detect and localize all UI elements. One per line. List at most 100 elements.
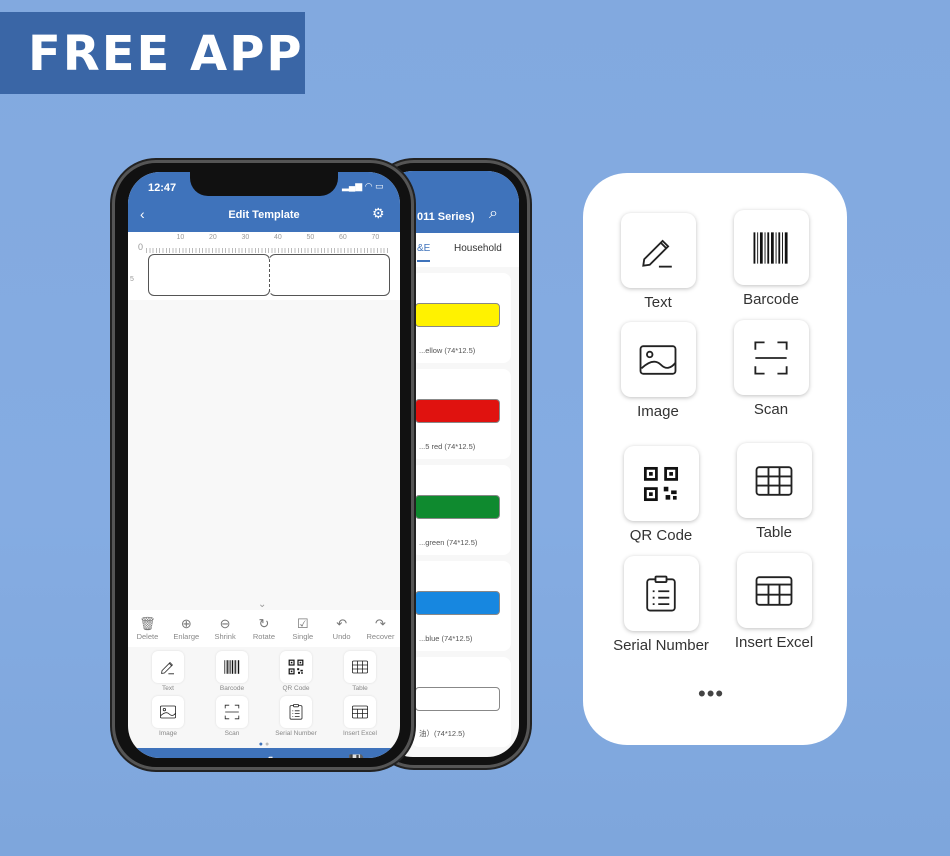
toolbar-label: Delete bbox=[136, 632, 159, 641]
text-icon bbox=[152, 651, 184, 683]
element-label: Table bbox=[352, 685, 368, 692]
settings-gear-icon[interactable]: ⚙ bbox=[372, 205, 385, 222]
image-icon bbox=[152, 696, 184, 728]
table-icon bbox=[736, 443, 812, 518]
element-serial-number-button[interactable]: Serial Number bbox=[264, 696, 328, 737]
ruler-tick: 60 bbox=[339, 234, 347, 241]
toolbar-label: Undo bbox=[332, 632, 351, 641]
template-item[interactable]: 油）(74*12.5) bbox=[411, 657, 511, 747]
free-app-banner: FREE APP bbox=[0, 12, 305, 94]
ruler-tick: 40 bbox=[274, 234, 282, 241]
element-scan-button[interactable]: Scan bbox=[200, 696, 264, 737]
template-name: ...blue (74*12.5) bbox=[419, 634, 473, 643]
element-qr-code-button[interactable]: QR Code bbox=[264, 651, 328, 692]
feature-label: Insert Excel bbox=[734, 634, 814, 651]
preview-button[interactable]: ⌕Preview bbox=[162, 754, 192, 758]
template-series-title: 011 Series) bbox=[417, 211, 475, 223]
feature-label: Scan bbox=[753, 401, 789, 418]
element-text-button[interactable]: Text bbox=[136, 651, 200, 692]
feature-label: QR Code bbox=[629, 527, 693, 544]
ruler-side-label: 5 bbox=[130, 276, 134, 283]
save-button[interactable]: 💾Save bbox=[347, 754, 366, 758]
ruler-tick: 10 bbox=[176, 234, 185, 241]
element-table-button[interactable]: Table bbox=[328, 651, 392, 692]
feature-label: Table bbox=[756, 524, 792, 541]
template-name: 油）(74*12.5) bbox=[419, 729, 465, 738]
feature-label: Image bbox=[637, 403, 679, 420]
feature-label: Serial Number bbox=[613, 637, 709, 654]
element-insert-excel-button[interactable]: Insert Excel bbox=[328, 696, 392, 737]
collapse-chevron-icon[interactable]: ⌄ bbox=[258, 599, 266, 610]
template-item[interactable]: ...5 red (74*12.5) bbox=[411, 369, 511, 459]
ruler-tick: 0 bbox=[138, 242, 144, 252]
status-time: 12:47 bbox=[148, 182, 177, 194]
page-title: Edit Template bbox=[228, 209, 300, 221]
element-label: Barcode bbox=[219, 685, 245, 692]
feature-table[interactable]: Table bbox=[709, 443, 839, 541]
ruler: 0 10 20 30 40 50 60 70 5 bbox=[128, 232, 400, 300]
toolbar-label: Single bbox=[292, 632, 314, 641]
barcode-icon bbox=[216, 651, 248, 683]
print-button[interactable]: ⎙Print bbox=[261, 754, 279, 758]
serial-number-icon bbox=[623, 556, 699, 631]
label-swatch bbox=[415, 495, 500, 519]
search-icon[interactable]: ⌕ bbox=[489, 205, 498, 223]
preview-icon: ⌕ bbox=[162, 754, 192, 758]
edit-toolbar: 🗑 Delete ⊕ Enlarge ⊖ Shrink ↻ Rotate ☑ Single ↶ Und… bbox=[128, 610, 400, 647]
delete-icon: 🗑 bbox=[139, 616, 156, 631]
label-canvas-tail[interactable] bbox=[269, 254, 390, 296]
tab-category[interactable]: &E bbox=[417, 243, 431, 262]
toolbar-shrink-button[interactable]: ⊖ Shrink bbox=[207, 616, 243, 641]
feature-insert-excel[interactable]: Insert Excel bbox=[709, 553, 839, 651]
feature-image[interactable]: Image bbox=[593, 322, 723, 420]
label-swatch bbox=[415, 687, 500, 711]
element-label: Insert Excel bbox=[343, 730, 377, 737]
template-name: ...green (74*12.5) bbox=[419, 538, 478, 547]
toolbar-single-button[interactable]: ☑ Single bbox=[285, 616, 321, 641]
template-item[interactable]: ...blue (74*12.5) bbox=[411, 561, 511, 651]
barcode-icon bbox=[733, 210, 809, 285]
element-image-button[interactable]: Image bbox=[136, 696, 200, 737]
feature-barcode[interactable]: Barcode bbox=[706, 210, 836, 308]
element-label: Scan bbox=[224, 730, 240, 737]
qr-code-icon bbox=[280, 651, 312, 683]
ruler-tick: 30 bbox=[241, 234, 250, 241]
toolbar-delete-button[interactable]: 🗑 Delete bbox=[129, 616, 165, 641]
more-dots[interactable]: ••• bbox=[698, 681, 724, 707]
single-icon: ☑ bbox=[296, 616, 309, 631]
feature-qr-code[interactable]: QR Code bbox=[596, 446, 726, 544]
template-item[interactable]: ...ellow (74*12.5) bbox=[411, 273, 511, 363]
toolbar-label: Recover bbox=[366, 632, 395, 641]
toolbar-enlarge-button[interactable]: ⊕ Enlarge bbox=[168, 616, 204, 641]
save-icon: 💾 bbox=[347, 754, 366, 758]
scan-icon bbox=[733, 320, 809, 395]
element-barcode-button[interactable]: Barcode bbox=[200, 651, 264, 692]
print-icon: ⎙ bbox=[261, 754, 279, 758]
feature-text[interactable]: Text bbox=[593, 213, 723, 311]
table-icon bbox=[344, 651, 376, 683]
toolbar-label: Rotate bbox=[252, 632, 275, 641]
front-phone: 12:47 ▂▄▆ ◠ ▭ ‹ Edit Template ⚙ 0 10 20 30 4… bbox=[112, 160, 414, 770]
undo-icon: ↶ bbox=[336, 616, 348, 631]
qr-code-icon bbox=[623, 446, 699, 521]
page-dot-active[interactable]: ● bbox=[259, 741, 263, 748]
toolbar-undo-button[interactable]: ↶ Undo bbox=[324, 616, 360, 641]
toolbar-recover-button[interactable]: ↷ Recover bbox=[362, 616, 398, 641]
template-item[interactable]: ...green (74*12.5) bbox=[411, 465, 511, 555]
feature-serial-number[interactable]: Serial Number bbox=[596, 556, 726, 654]
tab-household[interactable]: Household bbox=[454, 243, 502, 254]
ruler-tick: 20 bbox=[209, 234, 217, 241]
recover-icon: ↷ bbox=[375, 616, 386, 631]
enlarge-icon: ⊕ bbox=[180, 616, 192, 631]
toolbar-rotate-button[interactable]: ↻ Rotate bbox=[246, 616, 282, 641]
feature-scan[interactable]: Scan bbox=[706, 320, 836, 418]
toolbar-label: Shrink bbox=[214, 632, 236, 641]
feature-card: ••• Text Barcode Image Scan QR Code Table Seri… bbox=[583, 173, 847, 745]
insert-excel-icon bbox=[344, 696, 376, 728]
template-name: ...ellow (74*12.5) bbox=[419, 346, 476, 355]
text-icon bbox=[620, 213, 696, 288]
image-icon bbox=[620, 322, 696, 397]
label-canvas[interactable] bbox=[148, 254, 270, 296]
element-label: QR Code bbox=[282, 685, 310, 692]
bottom-bar: ⌕Preview ⎙Print 💾Save bbox=[128, 748, 400, 758]
